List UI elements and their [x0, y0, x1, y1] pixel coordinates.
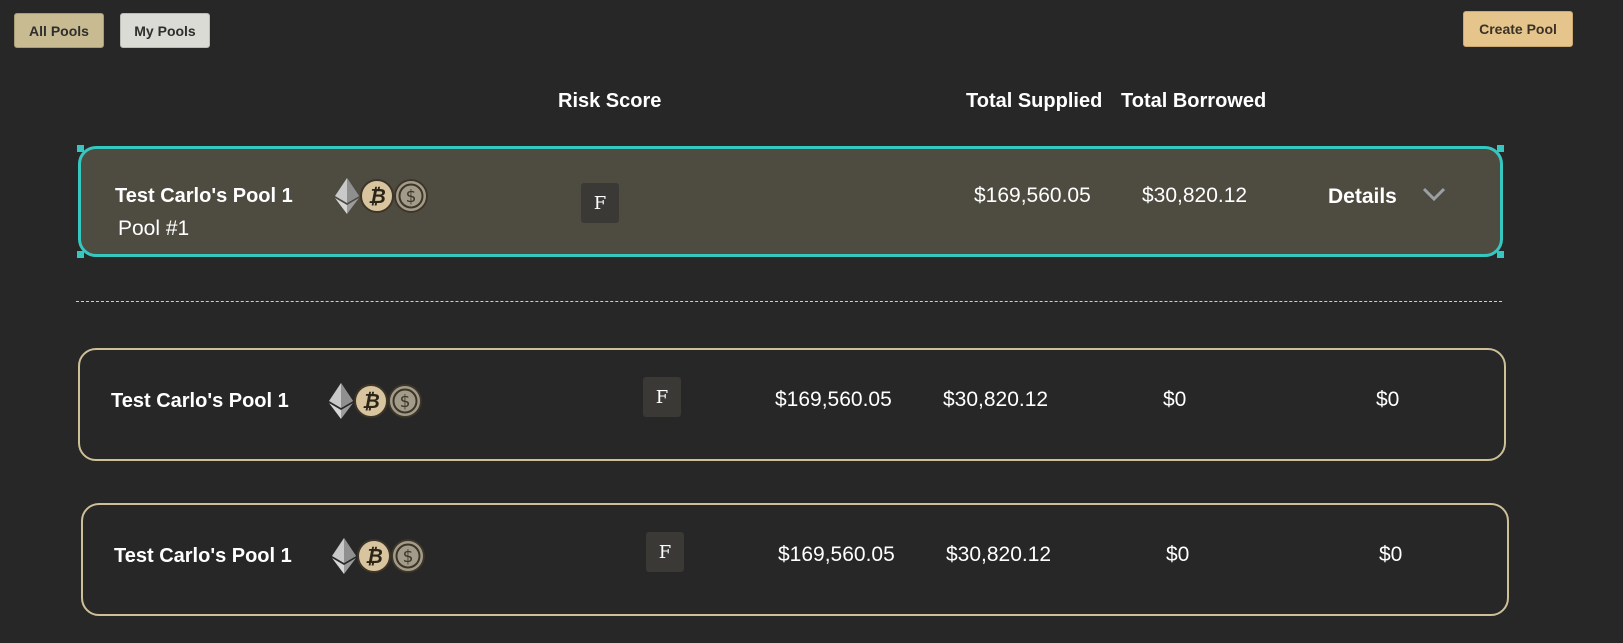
svg-text:$: $ [403, 547, 414, 567]
pool-value: $0 [1379, 543, 1403, 566]
my-pools-tab[interactable]: My Pools [120, 13, 210, 48]
selection-handle [1497, 145, 1504, 152]
svg-text:$: $ [400, 392, 411, 412]
pool-row[interactable]: Test Carlo's Pool 1 ₿ $ F $169,560.05 $3… [81, 503, 1509, 616]
risk-score-header: Risk Score [558, 90, 662, 112]
pool-value: $0 [1166, 543, 1190, 566]
pool-row[interactable]: Test Carlo's Pool 1 Pool #1 ₿ $ F $169,5… [77, 145, 1504, 258]
btc-icon: ₿ [354, 384, 388, 418]
eth-icon [332, 538, 356, 574]
total-borrowed-value: $30,820.12 [1142, 184, 1248, 207]
create-pool-button[interactable]: Create Pool [1463, 11, 1573, 47]
pool-assets: ₿ $ [331, 538, 431, 575]
pool-name: Test Carlo's Pool 1 [114, 545, 292, 567]
pool-value: $0 [1376, 388, 1400, 411]
total-borrowed-value: $30,820.12 [946, 543, 1052, 566]
pool-subtitle: Pool #1 [118, 217, 190, 240]
chevron-down-icon[interactable] [1421, 185, 1447, 203]
pool-row[interactable]: Test Carlo's Pool 1 ₿ $ F $169,560.05 $3… [78, 348, 1506, 461]
pool-name: Test Carlo's Pool 1 [111, 390, 289, 412]
risk-score-badge: F [643, 377, 681, 417]
total-supplied-value: $169,560.05 [778, 543, 895, 566]
selection-handle [77, 145, 84, 152]
eth-icon [329, 383, 353, 419]
total-borrowed-header: Total Borrowed [1121, 90, 1267, 112]
usdc-icon: $ [388, 384, 422, 418]
selection-handle [1497, 251, 1504, 258]
total-supplied-value: $169,560.05 [974, 184, 1091, 207]
usdc-icon: $ [391, 539, 425, 573]
btc-icon: ₿ [357, 539, 391, 573]
total-supplied-header: Total Supplied [966, 90, 1103, 112]
pool-value: $0 [1163, 388, 1187, 411]
eth-icon [335, 178, 359, 214]
pool-name: Test Carlo's Pool 1 [115, 185, 293, 207]
usdc-icon: $ [394, 179, 428, 213]
btc-icon: ₿ [360, 179, 394, 213]
risk-score-badge: F [646, 532, 684, 572]
all-pools-tab[interactable]: All Pools [14, 13, 104, 48]
total-supplied-value: $169,560.05 [775, 388, 892, 411]
svg-text:$: $ [406, 187, 417, 207]
risk-score-badge: F [581, 183, 619, 223]
selection-handle [77, 251, 84, 258]
section-divider [76, 301, 1502, 302]
pool-assets: ₿ $ [334, 178, 434, 215]
total-borrowed-value: $30,820.12 [943, 388, 1049, 411]
details-link[interactable]: Details [1328, 185, 1397, 209]
pool-assets: ₿ $ [328, 383, 428, 420]
